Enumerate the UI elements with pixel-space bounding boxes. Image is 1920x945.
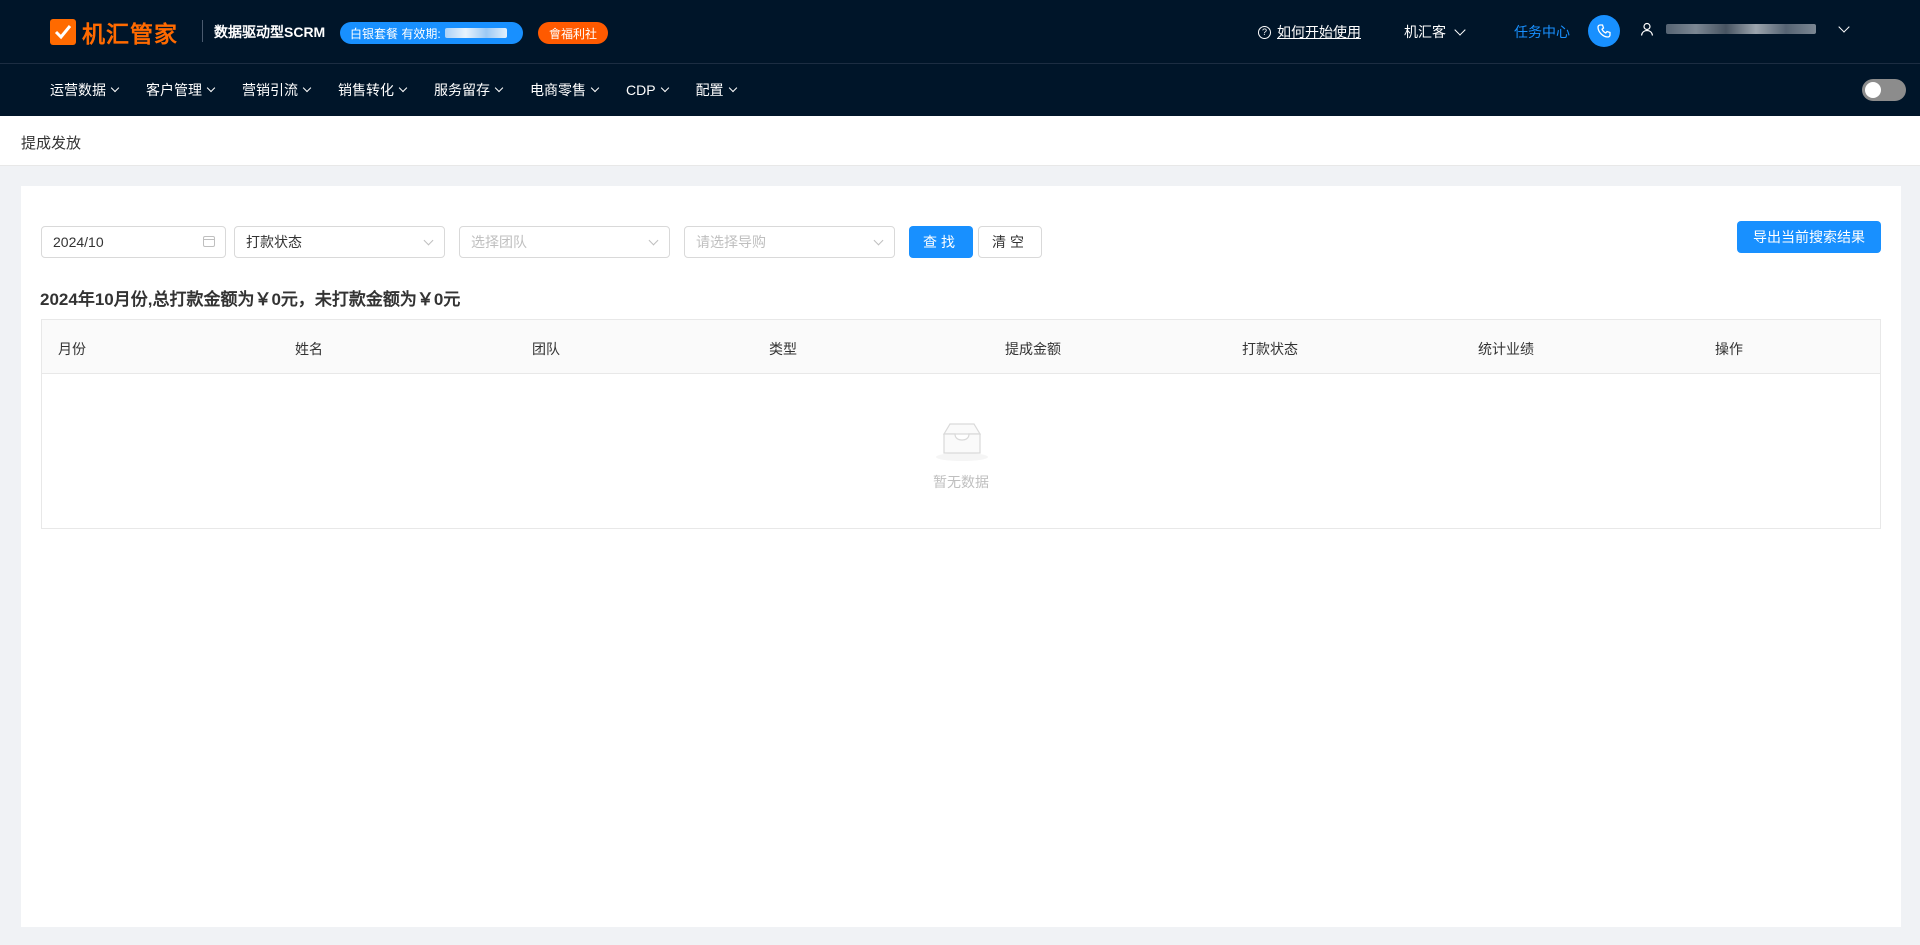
nav-item-cdp[interactable]: CDP <box>626 82 669 98</box>
chevron-down-icon <box>1838 20 1850 33</box>
nav-item-marketing[interactable]: 营销引流 <box>242 80 312 100</box>
month-picker-value: 2024/10 <box>53 234 104 250</box>
column-header-month[interactable]: 月份 <box>58 339 86 359</box>
phone-icon <box>1597 24 1611 38</box>
clear-button[interactable]: 清空 <box>978 226 1042 258</box>
chevron-down-icon <box>728 83 737 93</box>
top-header: 机汇管家 数据驱动型SCRM 白银套餐 有效期: 會福利社 ? 如何开始使用 机… <box>0 0 1920 64</box>
user-menu[interactable] <box>1640 20 1850 36</box>
column-header-payment-status[interactable]: 打款状态 <box>1242 339 1298 359</box>
payment-status-select[interactable]: 打款状态 <box>234 226 445 258</box>
chevron-down-icon <box>1454 23 1466 36</box>
user-icon <box>1640 22 1654 36</box>
brand-logo[interactable]: 机汇管家 <box>50 15 178 49</box>
guide-select-placeholder: 请选择导购 <box>696 234 766 250</box>
nav-item-operations-data[interactable]: 运营数据 <box>50 80 120 100</box>
org-switcher[interactable]: 机汇客 <box>1404 22 1466 42</box>
org-name: 机汇客 <box>1404 24 1446 40</box>
nav-item-service-retention[interactable]: 服务留存 <box>434 80 504 100</box>
column-header-actions[interactable]: 操作 <box>1715 339 1743 359</box>
column-header-team[interactable]: 团队 <box>532 339 560 359</box>
month-picker[interactable]: 2024/10 <box>41 226 226 258</box>
chevron-down-icon <box>110 83 120 93</box>
commission-table: 月份 姓名 团队 类型 提成金额 打款状态 统计业绩 操作 暂无数据 <box>41 319 1881 529</box>
page-title: 提成发放 <box>21 135 82 152</box>
empty-inbox-icon <box>936 423 988 461</box>
question-icon: ? <box>1258 25 1271 39</box>
nav-item-settings[interactable]: 配置 <box>696 80 737 100</box>
plan-expiry-redacted <box>444 28 507 38</box>
user-name-redacted <box>1666 24 1816 34</box>
header-divider <box>202 20 203 42</box>
chevron-down-icon <box>590 83 600 93</box>
payment-summary: 2024年10月份,总打款金额为￥0元，未打款金额为￥0元 <box>40 290 461 309</box>
column-header-type[interactable]: 类型 <box>769 339 797 359</box>
chevron-down-icon <box>302 83 312 93</box>
toggle-knob <box>1865 82 1881 98</box>
team-select-placeholder: 选择团队 <box>471 234 527 250</box>
chevron-down-icon <box>494 83 504 93</box>
guide-select[interactable]: 请选择导购 <box>684 226 895 258</box>
nav-menu: 运营数据 客户管理 营销引流 销售转化 服务留存 电商零售 CDP 配置 <box>50 64 764 116</box>
nav-item-customer-management[interactable]: 客户管理 <box>146 80 216 100</box>
content-card: 2024/10 打款状态 选择团队 请选择导购 查找 清空 导出当前搜索结果 2… <box>21 186 1901 927</box>
chevron-down-icon <box>423 235 434 246</box>
calendar-icon <box>203 236 215 247</box>
welfare-badge[interactable]: 會福利社 <box>538 22 608 44</box>
column-header-commission-amount[interactable]: 提成金额 <box>1005 339 1061 359</box>
column-header-name[interactable]: 姓名 <box>295 339 323 359</box>
theme-toggle[interactable] <box>1862 79 1906 101</box>
export-results-button[interactable]: 导出当前搜索结果 <box>1737 221 1881 253</box>
task-center-link[interactable]: 任务中心 <box>1514 22 1570 42</box>
payment-status-label: 打款状态 <box>246 234 302 250</box>
chevron-down-icon <box>398 83 408 93</box>
help-link[interactable]: ? 如何开始使用 <box>1258 22 1361 42</box>
nav-item-sales-conversion[interactable]: 销售转化 <box>338 80 408 100</box>
column-header-performance[interactable]: 统计业绩 <box>1478 339 1534 359</box>
chevron-down-icon <box>206 83 216 93</box>
chevron-down-icon <box>660 83 669 93</box>
breadcrumb-bar: 提成发放 <box>0 116 1920 166</box>
table-empty-state: 暂无数据 <box>42 374 1880 530</box>
nav-item-ecommerce-retail[interactable]: 电商零售 <box>530 80 600 100</box>
plan-badge-label: 白银套餐 有效期: <box>350 26 441 41</box>
plan-badge[interactable]: 白银套餐 有效期: <box>340 22 523 44</box>
help-link-label: 如何开始使用 <box>1277 24 1361 40</box>
main-nav: 运营数据 客户管理 营销引流 销售转化 服务留存 电商零售 CDP 配置 <box>0 64 1920 116</box>
empty-state-text: 暂无数据 <box>933 474 989 490</box>
phone-button[interactable] <box>1588 15 1620 47</box>
chevron-down-icon <box>873 235 884 246</box>
table-header: 月份 姓名 团队 类型 提成金额 打款状态 统计业绩 操作 <box>42 320 1880 374</box>
brand-logo-mark <box>50 19 76 45</box>
brand-slogan: 数据驱动型SCRM <box>214 24 326 40</box>
brand-name: 机汇管家 <box>82 21 178 47</box>
team-select[interactable]: 选择团队 <box>459 226 670 258</box>
search-button[interactable]: 查找 <box>909 226 973 258</box>
chevron-down-icon <box>648 235 659 246</box>
